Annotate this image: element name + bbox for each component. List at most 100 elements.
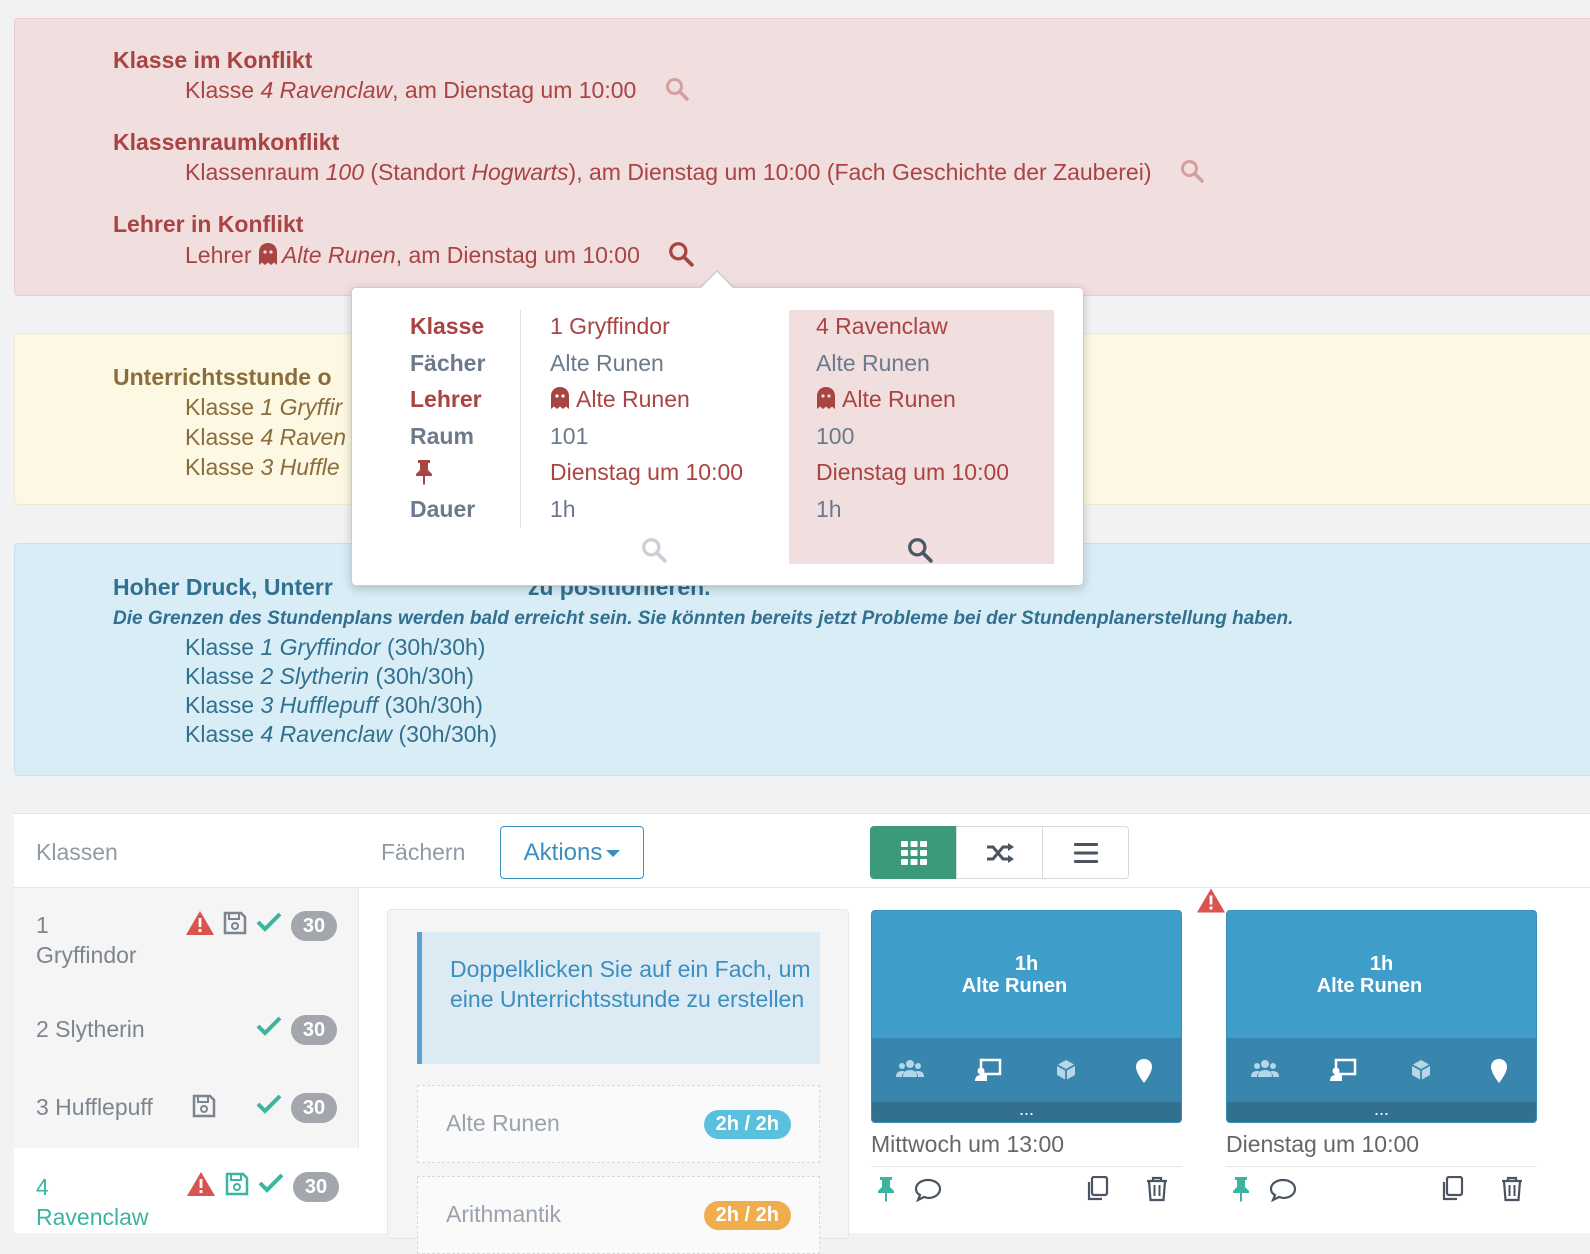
shuffle-icon [986,842,1014,863]
cube-icon[interactable] [1409,1058,1433,1082]
ghost-icon [550,386,570,416]
comment-icon[interactable] [1269,1178,1297,1202]
hours-badge: 30 [293,1172,339,1202]
tab-faechern[interactable]: Fächern [381,839,465,866]
search-icon[interactable] [641,537,667,568]
check-icon [256,1016,282,1036]
copy-icon[interactable] [1085,1176,1109,1202]
search-icon[interactable] [665,77,689,107]
trash-icon[interactable] [1500,1176,1524,1202]
create-lesson-hint: Doppelklicken Sie auf ein Fach, um eine … [417,932,820,1064]
teacher-conflict-title: Lehrer in Konflikt [113,211,304,237]
teacher-board-icon[interactable] [974,1058,1002,1082]
subject-name: Arithmantik [446,1201,562,1227]
warning-icon [186,911,214,935]
caret-down-icon [606,850,621,857]
save-icon[interactable] [225,1172,249,1196]
warning-icon [187,1172,215,1196]
lesson-divider [1226,1166,1537,1167]
lesson-time: Mittwoch um 13:00 [871,1131,1065,1157]
label-klasse: Klasse [410,313,485,339]
lesson-card[interactable]: 1h Alte Runen ... [1226,910,1537,1123]
lesson-card-toolbar [1227,1038,1536,1102]
popover-column-2: 4 Ravenclaw Alte Runen Alte Runen 100 Di… [816,313,1009,563]
lesson-card-toolbar [872,1038,1181,1102]
class-name: 1 Gryffindor [36,912,137,968]
room-conflict-title: Klassenraumkonflikt [113,129,340,155]
map-marker-icon[interactable] [1489,1058,1509,1084]
lesson-card[interactable]: 1h Alte Runen ... [871,910,1182,1123]
check-icon [258,1173,284,1193]
warning-title: Unterrichtsstunde o [113,364,332,390]
label-lehrer: Lehrer [410,386,482,413]
col1-klasse: 1 Gryffindor [550,313,670,339]
popover-divider [520,310,521,528]
subject-hours-badge: 2h / 2h [703,1110,791,1139]
col2-dauer: 1h [816,495,842,522]
info-line: Klasse 4 Ravenclaw (30h/30h) [185,721,497,747]
lesson-divider [871,1166,1182,1167]
teacher-board-icon[interactable] [1329,1058,1357,1082]
col2-klasse: 4 Ravenclaw [816,313,948,339]
map-marker-icon[interactable] [1134,1058,1154,1084]
lesson-time: Dienstag um 10:00 [1226,1131,1420,1157]
class-name: 3 Hufflepuff [36,1094,153,1120]
tab-klassen[interactable]: Klassen [36,839,118,866]
info-line: Klasse 2 Slytherin (30h/30h) [185,663,474,689]
shuffle-view-button[interactable] [956,826,1043,879]
hours-badge: 30 [291,911,337,941]
room-conflict-line: Klassenraum 100 (Standort Hogwarts), am … [185,159,1204,189]
list-view-button[interactable] [1042,826,1129,879]
aktions-dropdown-button[interactable]: Aktions [500,826,644,879]
conflict-popover: Klasse Fächer Lehrer Raum Dauer 1 Gryffi… [351,287,1084,586]
col2-lehrer: Alte Runen [816,386,1009,423]
users-icon[interactable] [896,1058,924,1078]
info-subtitle: Die Grenzen des Stundenplans werden bald… [113,608,1294,629]
users-icon[interactable] [1251,1058,1279,1078]
popover-arrow-inner [701,272,733,288]
pin-icon[interactable] [875,1176,897,1202]
view-switcher [870,826,1129,879]
save-icon[interactable] [192,1094,216,1118]
label-raum: Raum [410,422,474,449]
copy-icon[interactable] [1440,1176,1464,1202]
pin-icon[interactable] [1230,1176,1252,1202]
subject-item[interactable]: Alte Runen 2h / 2h [417,1085,820,1163]
class-conflict-line: Klasse 4 Ravenclaw, am Dienstag um 10:00 [185,77,689,107]
label-pin [410,459,485,496]
warning-line: Klasse 3 Huffle [185,454,340,480]
col1-faecher: Alte Runen [550,349,664,376]
search-icon[interactable] [907,537,933,568]
more-options[interactable]: ... [872,1100,1181,1122]
label-faecher: Fächer [410,349,486,376]
class-name: 2 Slytherin [36,1016,145,1042]
info-line: Klasse 3 Hufflepuff (30h/30h) [185,692,483,718]
grid-view-button[interactable] [870,826,957,879]
popover-column-1: 1 Gryffindor Alte Runen Alte Runen 101 D… [550,313,743,563]
teacher-conflict-line: Lehrer Alte Runen, am Dienstag um 10:00 [185,241,694,273]
search-icon[interactable] [668,241,694,273]
more-options[interactable]: ... [1227,1100,1536,1122]
save-icon[interactable] [223,911,247,935]
grid-icon [900,840,927,865]
col1-raum: 101 [550,422,589,449]
search-icon[interactable] [1180,159,1204,189]
warning-line: Klasse 1 Gryffir [185,394,343,420]
trash-icon[interactable] [1145,1176,1169,1202]
hours-badge: 30 [291,1093,337,1123]
popover-labels: Klasse Fächer Lehrer Raum Dauer [410,313,485,533]
col2-faecher: Alte Runen [816,349,930,376]
check-icon [256,1094,282,1114]
list-icon [1073,842,1098,863]
col1-lehrer: Alte Runen [550,386,743,423]
cube-icon[interactable] [1054,1058,1078,1082]
ghost-icon [816,386,836,416]
lesson-title: 1h Alte Runen [961,953,1068,997]
lesson-title: 1h Alte Runen [1316,953,1423,997]
class-conflict-title: Klasse im Konflikt [113,47,313,73]
label-dauer: Dauer [410,495,476,522]
comment-icon[interactable] [914,1178,942,1202]
conflict-alert: Klasse im Konflikt Klasse 4 Ravenclaw, a… [14,18,1590,296]
subject-name: Alte Runen [446,1110,560,1136]
subject-item[interactable]: Arithmantik 2h / 2h [417,1176,820,1254]
